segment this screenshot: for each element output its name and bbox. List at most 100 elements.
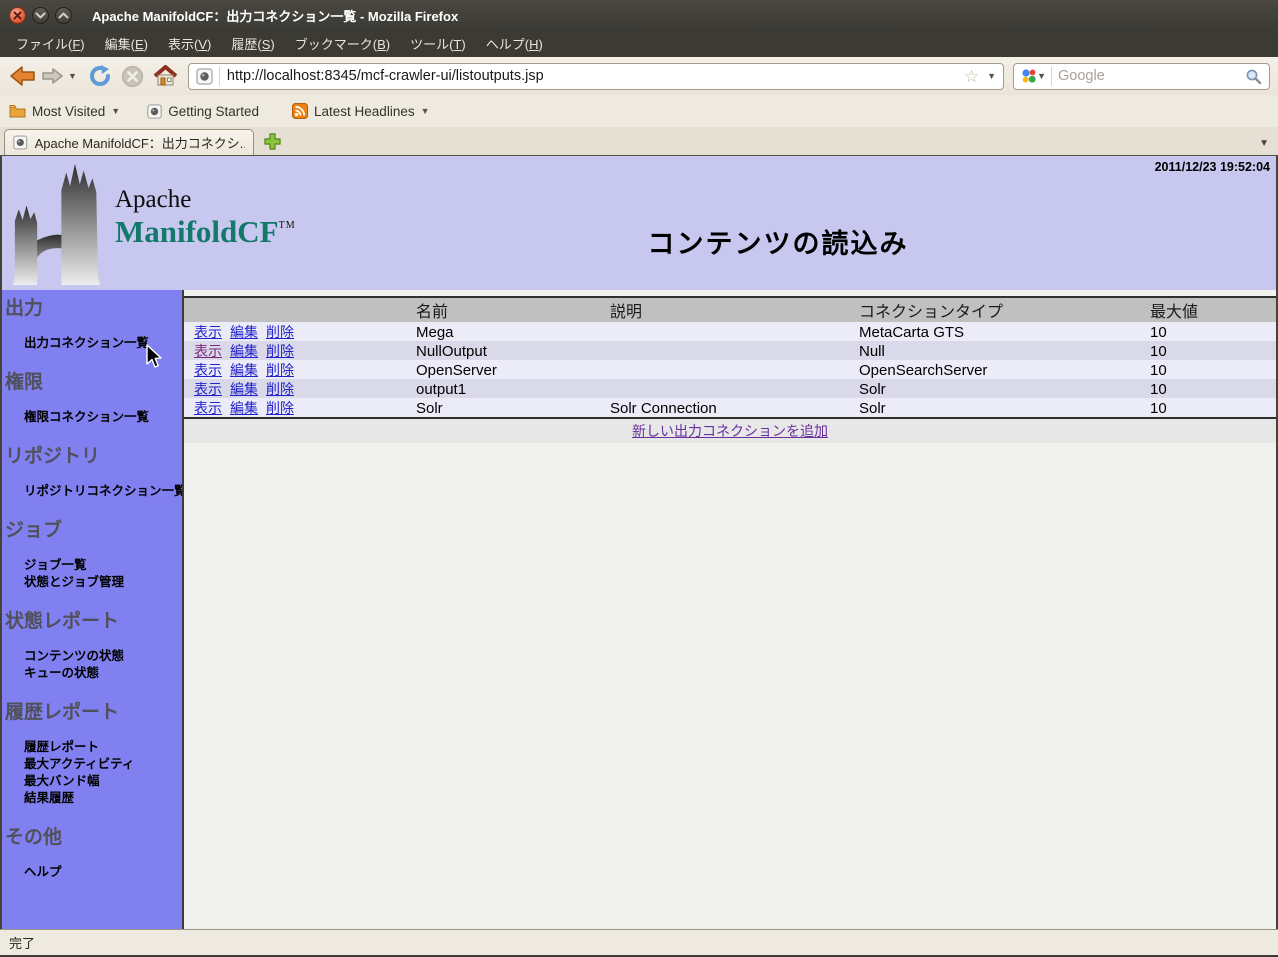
maximize-button[interactable] [55, 7, 72, 24]
view-link[interactable]: 表示 [194, 398, 222, 418]
titlebar: Apache ManifoldCF：出力コネクション一覧 - Mozilla F… [0, 0, 1278, 30]
all-tabs-button[interactable]: ▼ [1259, 138, 1269, 149]
forward-icon [40, 66, 65, 86]
sidebar-item-job-list[interactable]: ジョブ一覧 [2, 557, 182, 574]
back-button[interactable] [8, 64, 37, 88]
table-row: 表示 編集 削除 OpenServer OpenSearchServer 10 [184, 360, 1276, 379]
page-title: コンテンツの読込み [304, 222, 1252, 261]
sidebar-header-outputs: 出力 [2, 298, 182, 320]
tab-favicon-icon [13, 135, 28, 150]
edit-link[interactable]: 編集 [230, 379, 258, 399]
edit-link[interactable]: 編集 [230, 322, 258, 342]
new-tab-button[interactable] [263, 132, 282, 151]
forward-button[interactable] [40, 66, 65, 86]
delete-link[interactable]: 削除 [266, 379, 294, 399]
row-actions: 表示 編集 削除 [184, 398, 408, 418]
logo-apache: Apache [115, 186, 296, 214]
tab-title: Apache ManifoldCF：出力コネクシ... [35, 133, 245, 152]
view-link[interactable]: 表示 [194, 341, 222, 361]
home-button[interactable] [153, 65, 178, 87]
magnifier-icon[interactable] [1245, 68, 1262, 85]
table-row: 表示 編集 削除 Solr Solr Connection Solr 10 [184, 398, 1276, 417]
tab-bar: Apache ManifoldCF：出力コネクシ... ▼ [0, 127, 1278, 156]
delete-link[interactable]: 削除 [266, 398, 294, 418]
tab-active[interactable]: Apache ManifoldCF：出力コネクシ... [4, 129, 254, 155]
sidebar-item-status-job-management[interactable]: 状態とジョブ管理 [2, 574, 182, 591]
url-bar[interactable]: ☆ ▼ [188, 63, 1004, 90]
page-favicon-icon [196, 68, 213, 85]
connection-type-cell: Null [851, 343, 1142, 360]
bookmark-getting-started[interactable]: Getting Started [147, 104, 265, 119]
menu-history[interactable]: 履歴(S) [221, 30, 284, 57]
connection-max-cell: 10 [1142, 400, 1276, 417]
bookmark-most-visited[interactable]: Most Visited ▼ [9, 104, 120, 119]
page-viewport: Apache ManifoldCFTM 2011/12/23 19:52:04 … [0, 156, 1278, 929]
edit-link[interactable]: 編集 [230, 341, 258, 361]
sidebar-item-max-activity[interactable]: 最大アクティビティ [2, 756, 182, 773]
logo-bridge-icon [4, 159, 112, 285]
maximize-icon [58, 11, 69, 20]
search-engine-dropdown[interactable]: ▼ [1037, 71, 1046, 81]
sidebar-item-document-status[interactable]: コンテンツの状態 [2, 648, 182, 665]
stop-button[interactable] [121, 65, 144, 88]
sidebar-item-result-history[interactable]: 結果履歴 [2, 790, 182, 807]
minimize-button[interactable] [32, 7, 49, 24]
nav-toolbar: ▼ ☆ ▼ ▼ [0, 57, 1278, 95]
menu-help[interactable]: ヘルプ(H) [476, 30, 553, 57]
timestamp: 2011/12/23 19:52:04 [1155, 160, 1270, 174]
view-link[interactable]: 表示 [194, 379, 222, 399]
back-forward-dropdown[interactable]: ▼ [68, 71, 77, 81]
sidebar-header-status-reports: 状態レポート [2, 611, 182, 633]
bookmark-latest-headlines[interactable]: Latest Headlines ▼ [292, 103, 430, 119]
reload-button[interactable] [88, 64, 112, 88]
sidebar-item-max-bandwidth[interactable]: 最大バンド幅 [2, 773, 182, 790]
sidebar-item-history-report[interactable]: 履歴レポート [2, 739, 182, 756]
menubar: ファイル(F) 編集(E) 表示(V) 履歴(S) ブックマーク(B) ツール(… [0, 30, 1278, 57]
status-text: 完了 [9, 933, 35, 952]
sidebar: 出力 出力コネクション一覧 権限 権限コネクション一覧 リポジトリ リポジトリコ… [2, 290, 184, 929]
edit-link[interactable]: 編集 [230, 398, 258, 418]
add-connection-link[interactable]: 新しい出力コネクションを追加 [632, 421, 828, 441]
rss-icon [292, 103, 308, 119]
browser-window: Apache ManifoldCF：出力コネクション一覧 - Mozilla F… [0, 0, 1278, 957]
view-link[interactable]: 表示 [194, 322, 222, 342]
url-dropdown[interactable]: ▼ [987, 71, 996, 81]
search-input[interactable] [1058, 68, 1245, 84]
description-column-header: 説明 [602, 298, 851, 322]
view-link[interactable]: 表示 [194, 360, 222, 380]
delete-link[interactable]: 削除 [266, 341, 294, 361]
sidebar-item-repository-connections[interactable]: リポジトリコネクション一覧 [2, 483, 182, 500]
menu-tools[interactable]: ツール(T) [400, 30, 476, 57]
connection-description-cell: Solr Connection [602, 400, 851, 417]
sidebar-item-help[interactable]: ヘルプ [2, 864, 182, 881]
table-row: 表示 編集 削除 output1 Solr 10 [184, 379, 1276, 398]
row-actions: 表示 編集 削除 [184, 379, 408, 399]
close-button[interactable] [9, 7, 26, 24]
url-input[interactable] [227, 68, 964, 84]
menu-view[interactable]: 表示(V) [158, 30, 221, 57]
table-row: 表示 編集 削除 NullOutput Null 10 [184, 341, 1276, 360]
sidebar-item-queue-status[interactable]: キューの状態 [2, 665, 182, 682]
bookmark-star-icon[interactable]: ☆ [964, 68, 979, 85]
delete-link[interactable]: 削除 [266, 322, 294, 342]
menu-edit[interactable]: 編集(E) [95, 30, 158, 57]
main-content: 名前 説明 コネクションタイプ 最大値 表示 編集 削除 Mega Me [184, 290, 1276, 929]
favicon-separator [219, 67, 220, 86]
dropdown-icon: ▼ [111, 106, 120, 116]
logo-manifoldcf: ManifoldCFTM [115, 214, 296, 250]
search-box[interactable]: ▼ [1013, 63, 1270, 90]
menu-file[interactable]: ファイル(F) [6, 30, 95, 57]
sidebar-item-output-connections[interactable]: 出力コネクション一覧 [2, 335, 182, 352]
menu-bookmarks[interactable]: ブックマーク(B) [285, 30, 400, 57]
sidebar-item-authority-connections[interactable]: 権限コネクション一覧 [2, 409, 182, 426]
delete-link[interactable]: 削除 [266, 360, 294, 380]
status-bar: 完了 [0, 929, 1278, 957]
page-header: Apache ManifoldCFTM 2011/12/23 19:52:04 … [2, 156, 1276, 290]
connection-name-cell: NullOutput [408, 343, 602, 360]
reload-icon [88, 64, 112, 88]
connection-max-cell: 10 [1142, 324, 1276, 341]
page-icon [147, 104, 162, 119]
row-actions: 表示 編集 削除 [184, 360, 408, 380]
connection-type-cell: Solr [851, 381, 1142, 398]
edit-link[interactable]: 編集 [230, 360, 258, 380]
